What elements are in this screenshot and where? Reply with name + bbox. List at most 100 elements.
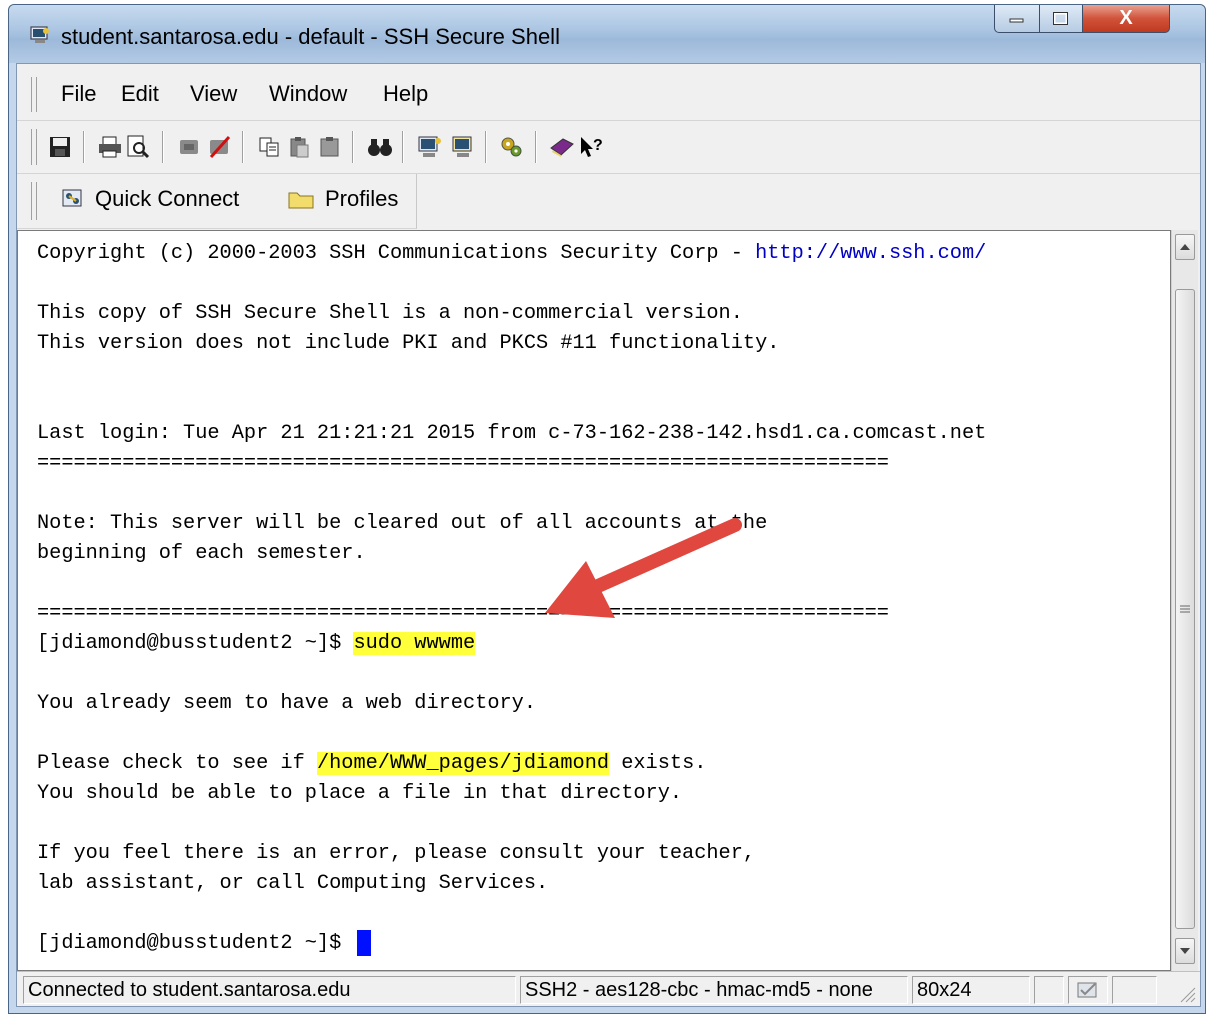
paste-button[interactable] xyxy=(287,134,313,160)
disconnect-icon xyxy=(209,135,231,159)
menu-bar: File Edit View Window Help xyxy=(17,69,1200,121)
toolbar-separator xyxy=(402,131,404,163)
context-help-button[interactable]: ? xyxy=(579,134,605,160)
profiles-label: Profiles xyxy=(325,186,399,211)
paste-icon xyxy=(290,137,309,158)
highlighted-path: /home/WWW_pages/jdiamond xyxy=(316,752,610,775)
connection-status: Connected to student.santarosa.edu xyxy=(23,976,516,1004)
maximize-button[interactable] xyxy=(1039,5,1083,33)
quick-connect-bar: Quick Connect Profiles xyxy=(17,174,417,229)
terminal-line: Please check to see if /home/WWW_pages/j… xyxy=(37,749,706,779)
shell-prompt: [jdiamond@busstudent2 ~]$ xyxy=(37,932,354,955)
title-bar[interactable]: student.santarosa.edu - default - SSH Se… xyxy=(9,5,1205,63)
context-help-icon: ? xyxy=(581,137,603,157)
terminal-line: Last login: Tue Apr 21 21:21:21 2015 fro… xyxy=(37,422,987,445)
menu-window[interactable]: Window xyxy=(269,81,347,107)
toolbar-separator xyxy=(535,131,537,163)
ssh-window: student.santarosa.edu - default - SSH Se… xyxy=(8,4,1206,1014)
toolbar-separator xyxy=(242,131,244,163)
copyright-text: Copyright (c) 2000-2003 SSH Communicatio… xyxy=(37,242,756,265)
terminal-line: You should be able to place a file in th… xyxy=(37,782,683,805)
quick-connect-icon xyxy=(62,189,82,207)
toolbar-separator xyxy=(485,131,487,163)
separator-line: ========================================… xyxy=(37,452,889,475)
save-icon xyxy=(50,137,70,157)
toolbar-separator xyxy=(162,131,164,163)
save-button[interactable] xyxy=(47,134,73,160)
ssh-link[interactable]: http://www.ssh.com/ xyxy=(755,242,986,265)
print-preview-button[interactable] xyxy=(125,134,151,160)
quickbar-grip[interactable] xyxy=(31,182,37,220)
arrow-up-icon xyxy=(1180,244,1190,250)
svg-text:?: ? xyxy=(593,137,603,154)
status-bar: Connected to student.santarosa.edu SSH2 … xyxy=(17,971,1200,1006)
copy-button[interactable] xyxy=(257,134,283,160)
toolbar-separator xyxy=(352,131,354,163)
file-transfer-button[interactable] xyxy=(499,134,525,160)
terminal-line: If you feel there is an error, please co… xyxy=(37,842,756,865)
terminal-line: You already seem to have a web directory… xyxy=(37,692,536,715)
check-text: Please check to see if xyxy=(37,752,317,775)
quick-connect-button[interactable]: Quick Connect xyxy=(61,186,239,212)
terminal-size: 80x24 xyxy=(912,976,1030,1004)
connect-icon xyxy=(180,140,198,154)
terminal-line: lab assistant, or call Computing Service… xyxy=(37,872,549,895)
new-terminal-button[interactable] xyxy=(449,134,475,160)
ssh-app-icon xyxy=(30,26,49,43)
lock-status-icon xyxy=(1077,982,1097,998)
minimize-icon xyxy=(1009,18,1024,22)
scroll-down-button[interactable] xyxy=(1175,938,1195,964)
connect-button[interactable] xyxy=(177,134,203,160)
close-icon: X xyxy=(1119,7,1133,29)
help-topics-button[interactable] xyxy=(549,134,575,160)
new-terminal-icon xyxy=(452,136,472,157)
toolbar-separator xyxy=(83,131,85,163)
window-title: student.santarosa.edu - default - SSH Se… xyxy=(61,24,560,49)
print-preview-icon xyxy=(127,135,150,159)
scroll-thumb[interactable] xyxy=(1175,289,1195,929)
arrow-down-icon xyxy=(1180,948,1190,954)
status-blank xyxy=(1112,976,1157,1004)
toolbar-grip[interactable] xyxy=(31,129,37,165)
help-book-icon xyxy=(550,138,574,157)
terminal-line: Copyright (c) 2000-2003 SSH Communicatio… xyxy=(37,239,986,269)
copy-icon xyxy=(259,137,279,157)
resize-grip-icon[interactable] xyxy=(1178,985,1196,1003)
cipher-status: SSH2 - aes128-cbc - hmac-md5 - none xyxy=(520,976,908,1004)
find-button[interactable] xyxy=(367,134,393,160)
print-button[interactable] xyxy=(97,134,123,160)
scroll-up-button[interactable] xyxy=(1175,234,1195,260)
paste-all-icon xyxy=(320,137,339,157)
disconnect-button[interactable] xyxy=(207,134,233,160)
separator-line: ========================================… xyxy=(37,602,889,625)
vertical-scrollbar[interactable] xyxy=(1171,230,1198,971)
highlighted-command: sudo wwwme xyxy=(353,632,476,655)
profiles-button[interactable]: Profiles xyxy=(287,186,398,212)
folder-icon xyxy=(288,192,314,209)
toolbar: ? xyxy=(17,121,1200,174)
settings-button[interactable] xyxy=(417,134,443,160)
command-line: [jdiamond@busstudent2 ~]$ sudo wwwme xyxy=(37,629,476,659)
menu-file[interactable]: File xyxy=(61,81,96,107)
menubar-grip[interactable] xyxy=(31,77,37,112)
minimize-button[interactable] xyxy=(994,5,1040,33)
terminal-output[interactable]: Copyright (c) 2000-2003 SSH Communicatio… xyxy=(17,230,1171,971)
print-icon xyxy=(99,136,121,158)
status-blank xyxy=(1034,976,1064,1004)
exists-text: exists. xyxy=(609,752,707,775)
menu-help[interactable]: Help xyxy=(383,81,428,107)
binoculars-icon xyxy=(368,139,392,156)
terminal-line: beginning of each semester. xyxy=(37,542,366,565)
shell-prompt: [jdiamond@busstudent2 ~]$ xyxy=(37,632,354,655)
current-prompt-line: [jdiamond@busstudent2 ~]$ xyxy=(37,929,372,959)
menu-edit[interactable]: Edit xyxy=(121,81,159,107)
close-button[interactable]: X xyxy=(1082,5,1170,33)
terminal-line: This copy of SSH Secure Shell is a non-c… xyxy=(37,302,743,325)
terminal-line: This version does not include PKI and PK… xyxy=(37,332,780,355)
thumb-grip-icon xyxy=(1180,605,1190,613)
menu-view[interactable]: View xyxy=(190,81,237,107)
paste-all-button[interactable] xyxy=(317,134,343,160)
text-cursor xyxy=(357,929,372,956)
quick-connect-label: Quick Connect xyxy=(95,186,240,211)
settings-terminal-icon xyxy=(418,136,441,157)
